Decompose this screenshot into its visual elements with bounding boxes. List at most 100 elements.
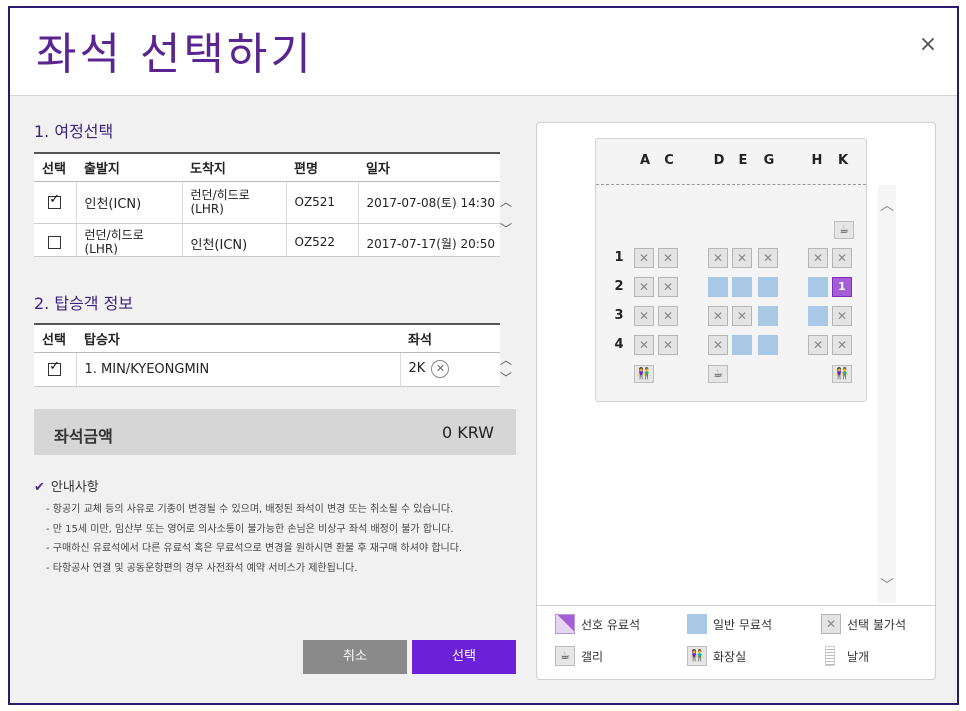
column-header: 좌석 (400, 323, 500, 353)
seat-4K: ✕ (832, 335, 852, 355)
seat-2E[interactable] (732, 277, 752, 297)
passenger-heading: 2. 탑승객 정보 (34, 294, 134, 313)
destination-cell: 런던/히드로 (LHR) (182, 181, 287, 224)
legend-label: 선택 불가석 (847, 618, 907, 632)
chevron-down-icon[interactable]: ﹀ (878, 575, 896, 595)
seat-cell: 2K ✕ (400, 352, 500, 387)
dialog-title: 좌석 선택하기 (36, 29, 314, 80)
destination-cell: 인천(ICN) (182, 223, 287, 257)
galley-icon: ☕ (708, 365, 728, 383)
seat-map-panel: A C D E G H K ☕ 👫 ☕ 👫 1 ✕ ✕ ✕ ✕ ✕ ✕ ✕ 2 ✕ ✕ 1 3 ✕ ✕ ✕ ✕ ✕… (536, 122, 936, 680)
legend-label: 선호 유료석 (581, 618, 641, 632)
notice-list: - 항공기 교체 등의 사유로 기종이 변경될 수 있으며, 배정된 좌석이 변… (46, 500, 462, 578)
itinerary-heading: 1. 여정선택 (34, 122, 114, 141)
flight-cell: OZ522 (286, 223, 359, 257)
passenger-checkbox[interactable] (48, 359, 62, 376)
flight-checkbox[interactable] (48, 192, 62, 209)
column-header-row: A C D E G H K (596, 139, 866, 185)
table-row[interactable]: 런던/히드로 (LHR) 인천(ICN) OZ522 2017-07-17(월)… (34, 223, 500, 257)
column-letter: D (713, 153, 725, 168)
seat-2K[interactable]: 1 (832, 277, 852, 297)
cabin: A C D E G H K ☕ 👫 ☕ 👫 1 ✕ ✕ ✕ ✕ ✕ ✕ ✕ 2 ✕ ✕ 1 3 ✕ ✕ ✕ ✕ ✕… (595, 138, 867, 402)
lavatory-icon: 👫 (687, 646, 707, 666)
passenger-table: 선택 탑승자 좌석 1. MIN/KYEONGMIN 2K ✕ (34, 323, 500, 387)
legend-label: 일반 무료석 (713, 618, 773, 632)
legend: 선호 유료석 일반 무료석 ✕ 선택 불가석 ☕ 갤리 👫 화장실 날개 (537, 605, 935, 679)
seat-map-scrollbar[interactable]: ︿ ﹀ (878, 185, 896, 603)
seat-3D: ✕ (708, 306, 728, 326)
row-number: 3 (614, 308, 624, 323)
notice-item: - 항공기 교체 등의 사유로 기종이 변경될 수 있으며, 배정된 좌석이 변… (46, 504, 454, 515)
dialog-header: 좌석 선택하기 × (10, 8, 957, 96)
notice-heading: ✔ 안내사항 (34, 476, 99, 495)
passenger-name: 1. MIN/KYEONGMIN (76, 352, 401, 387)
notice-heading-text: 안내사항 (50, 480, 99, 495)
table-row[interactable]: 1. MIN/KYEONGMIN 2K ✕ (34, 352, 500, 387)
seat-2D[interactable] (708, 277, 728, 297)
seat-3C: ✕ (658, 306, 678, 326)
chevron-up-icon[interactable]: ︿ (878, 195, 896, 215)
wing-icon (825, 646, 835, 666)
seat-4H: ✕ (808, 335, 828, 355)
date-cell: 2017-07-17(월) 20:50 (358, 223, 500, 257)
seat-3H[interactable] (808, 306, 828, 326)
column-letter: K (837, 153, 849, 168)
seat-1G: ✕ (758, 248, 778, 268)
flight-checkbox[interactable] (48, 235, 62, 249)
seat-4G[interactable] (758, 335, 778, 355)
column-letter: A (639, 153, 651, 168)
close-icon[interactable]: × (917, 34, 939, 56)
seat-1C: ✕ (658, 248, 678, 268)
seat-4C: ✕ (658, 335, 678, 355)
seat-3G[interactable] (758, 306, 778, 326)
assigned-seat: 2K (408, 361, 426, 376)
unavailable-seat-icon: ✕ (821, 614, 841, 634)
chevron-down-icon[interactable]: ﹀ (500, 223, 512, 235)
galley-icon: ☕ (555, 646, 575, 666)
seat-selection-dialog: 좌석 선택하기 × 1. 여정선택 선택 출발지 도착지 편명 일자 인천(IC… (8, 6, 959, 705)
remove-seat-icon[interactable]: ✕ (431, 360, 450, 378)
table-header-row: 선택 출발지 도착지 편명 일자 (34, 152, 500, 182)
check-icon: ✔ (34, 480, 45, 495)
select-button[interactable]: 선택 (412, 640, 516, 674)
legend-label: 화장실 (713, 650, 747, 664)
column-header: 편명 (286, 152, 358, 182)
seat-1A: ✕ (634, 248, 654, 268)
column-letter: G (763, 153, 775, 168)
seat-3K: ✕ (832, 306, 852, 326)
chevron-up-icon[interactable]: ︿ (500, 354, 512, 366)
legend-label: 날개 (847, 650, 870, 664)
seat-2C: ✕ (658, 277, 678, 297)
column-letter: E (738, 153, 748, 168)
galley-icon: ☕ (834, 221, 854, 239)
flight-cell: OZ521 (286, 181, 359, 224)
notice-item: - 타항공사 연결 및 공동운항편의 경우 사전좌석 예약 서비스가 제한됩니다… (46, 562, 358, 574)
date-cell: 2017-07-08(토) 14:30 (358, 181, 500, 224)
column-letter: C (664, 153, 674, 168)
column-header: 출발지 (76, 152, 182, 182)
legend-label: 갤리 (581, 650, 604, 664)
seat-2H[interactable] (808, 277, 828, 297)
seat-2G[interactable] (758, 277, 778, 297)
seat-3A: ✕ (634, 306, 654, 326)
row-number: 2 (614, 279, 624, 294)
chevron-up-icon[interactable]: ︿ (500, 196, 512, 208)
notice-item: - 만 15세 미만, 임산부 또는 영어로 의사소통이 불가능한 손님은 비상… (46, 523, 454, 535)
cancel-button[interactable]: 취소 (303, 640, 407, 674)
lavatory-icon: 👫 (634, 365, 654, 383)
column-letter: H (811, 153, 823, 168)
seat-4E[interactable] (732, 335, 752, 355)
table-header-row: 선택 탑승자 좌석 (34, 323, 500, 353)
free-seat-icon (687, 614, 707, 634)
chevron-down-icon[interactable]: ﹀ (500, 372, 512, 384)
column-header: 도착지 (182, 152, 286, 182)
seat-1H: ✕ (808, 248, 828, 268)
origin-cell: 런던/히드로 (LHR) (76, 223, 183, 257)
seat-2A: ✕ (634, 277, 654, 297)
table-row[interactable]: 인천(ICN) 런던/히드로 (LHR) OZ521 2017-07-08(토)… (34, 181, 500, 224)
seat-4A: ✕ (634, 335, 654, 355)
notice-item: - 구매하신 유료석에서 다른 유료석 혹은 무료석으로 변경을 원하시면 환불… (46, 543, 463, 554)
column-header: 탑승자 (76, 323, 400, 353)
preferred-seat-icon (555, 614, 575, 634)
price-label: 좌석금액 (54, 427, 113, 446)
